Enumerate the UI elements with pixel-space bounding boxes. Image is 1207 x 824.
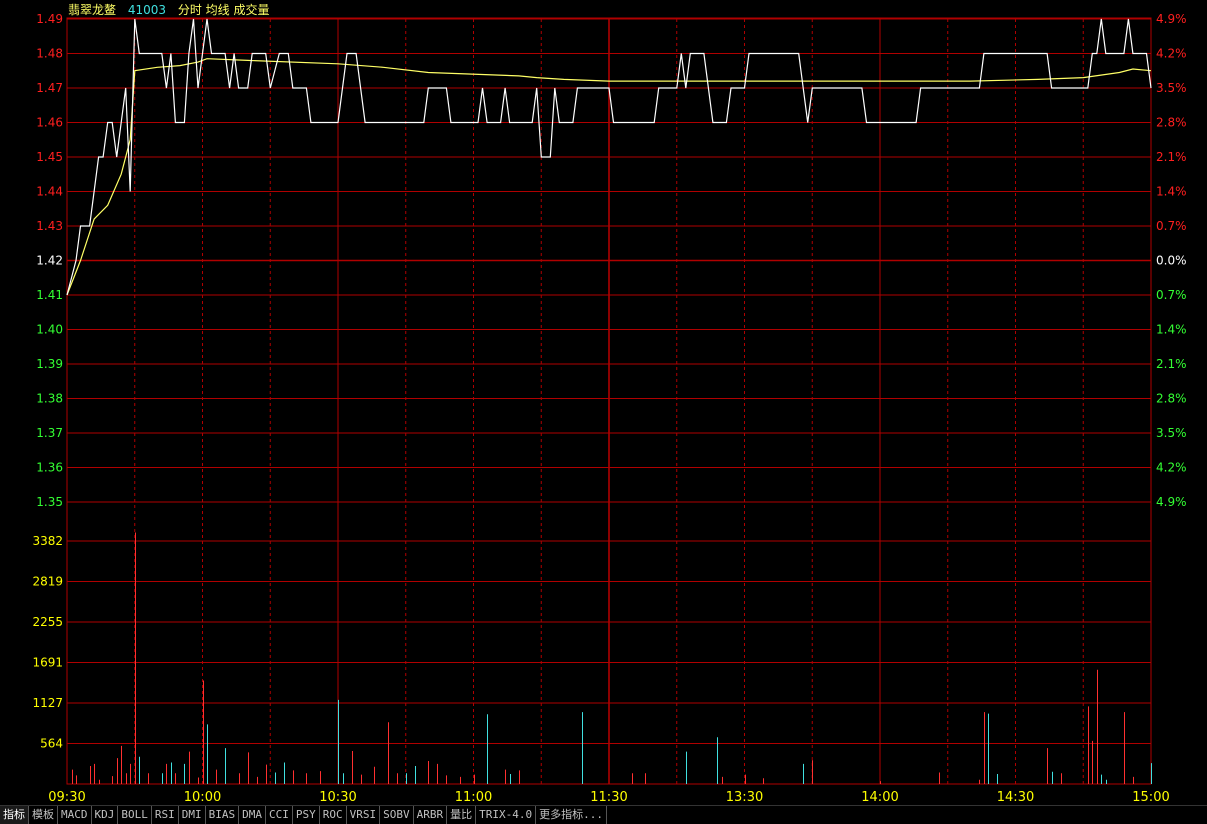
- pct-tick-label: 4.9%: [1156, 495, 1187, 509]
- price-tick-label: 1.45: [36, 150, 63, 164]
- intraday-chart: 1.49 4.9% 1.48 4.2% 1.47 3.5% 1.46 2.8% 1.45 2.1%…: [32, 12, 1187, 805]
- price-tick-label: 1.36: [36, 461, 63, 475]
- volume-tick-label: 1127: [32, 696, 63, 710]
- price-tick-label: 1.44: [36, 185, 63, 199]
- price-tick-label: 1.47: [36, 81, 63, 95]
- tab-11[interactable]: ROC: [319, 806, 347, 824]
- price-tick-label: 1.39: [36, 357, 63, 371]
- pct-tick-label: 2.8%: [1156, 116, 1187, 130]
- time-tick-label: 10:00: [184, 790, 221, 805]
- volume-tick-label: 3382: [32, 534, 63, 548]
- stock-name: 翡翠龙鳌: [68, 3, 117, 17]
- time-tick-label: 14:00: [861, 790, 898, 805]
- pct-tick-label: 0.7%: [1156, 288, 1187, 302]
- time-tick-label: 13:30: [726, 790, 763, 805]
- price-tick-label: 1.40: [36, 323, 63, 337]
- volume-tick-label: 564: [40, 736, 63, 750]
- tab-2[interactable]: MACD: [58, 806, 92, 824]
- stock-code: 41003: [127, 3, 167, 17]
- tab-15[interactable]: 量比: [447, 806, 477, 824]
- pct-tick-label: 4.2%: [1156, 461, 1187, 475]
- price-tick-label: 1.35: [36, 495, 63, 509]
- tab-12[interactable]: VRSI: [346, 806, 381, 824]
- tab-17[interactable]: 更多指标...: [536, 806, 607, 824]
- pct-tick-label: 2.1%: [1156, 150, 1187, 164]
- price-tick-label: 1.38: [36, 392, 63, 406]
- time-tick-label: 11:30: [590, 790, 627, 805]
- price-tick-label: 1.49: [36, 12, 63, 26]
- tab-9[interactable]: CCI: [266, 806, 293, 824]
- time-tick-label: 09:30: [48, 790, 85, 805]
- tab-14[interactable]: ARBR: [413, 806, 448, 824]
- tab-7[interactable]: BIAS: [205, 806, 240, 824]
- pct-tick-label: 1.4%: [1156, 185, 1187, 199]
- tab-0[interactable]: 指标: [0, 806, 29, 824]
- time-tick-label: 14:30: [997, 790, 1034, 805]
- price-tick-label: 1.46: [36, 116, 63, 130]
- pct-tick-label: 4.2%: [1156, 47, 1187, 61]
- tab-13[interactable]: SOBV: [380, 806, 414, 824]
- time-tick-label: 11:00: [455, 790, 492, 805]
- pct-tick-label: 4.9%: [1156, 12, 1187, 26]
- tab-6[interactable]: DMI: [178, 806, 206, 824]
- volume-tick-label: 1691: [32, 656, 63, 670]
- pct-tick-label: 3.5%: [1156, 426, 1187, 440]
- tab-16[interactable]: TRIX-4.0: [476, 806, 537, 824]
- price-tick-label: 1.43: [36, 219, 63, 233]
- tab-1[interactable]: 模板: [29, 806, 58, 824]
- pct-tick-label: 2.8%: [1156, 392, 1187, 406]
- tab-5[interactable]: RSI: [151, 806, 179, 824]
- price-tick-label: 1.41: [36, 288, 63, 302]
- pct-tick-label: 0.7%: [1156, 219, 1187, 233]
- time-tick-label: 15:00: [1132, 790, 1169, 805]
- price-tick-label: 1.48: [36, 47, 63, 61]
- tab-3[interactable]: KDJ: [91, 806, 119, 824]
- pct-tick-label: 0.0%: [1156, 254, 1187, 268]
- tab-4[interactable]: BOLL: [118, 806, 152, 824]
- pct-tick-label: 1.4%: [1156, 323, 1187, 337]
- volume-tick-label: 2255: [32, 615, 63, 629]
- price-tick-label: 1.37: [36, 426, 63, 440]
- tab-8[interactable]: DMA: [239, 806, 266, 824]
- pct-tick-label: 2.1%: [1156, 357, 1187, 371]
- price-tick-label: 1.42: [36, 254, 63, 268]
- time-tick-label: 10:30: [319, 790, 356, 805]
- indicator-tab-bar: 指标 模板 MACD KDJ BOLL RSI DMI BIAS DMA CCI PSY ROC VRS…: [0, 805, 1207, 824]
- tab-10[interactable]: PSY: [292, 806, 320, 824]
- volume-tick-label: 2819: [32, 574, 63, 588]
- pct-tick-label: 3.5%: [1156, 81, 1187, 95]
- chart-header: 翡翠龙鳌 41003 分时 均线 成交量: [68, 2, 278, 18]
- indicator-legend: 分时 均线 成交量: [177, 3, 270, 17]
